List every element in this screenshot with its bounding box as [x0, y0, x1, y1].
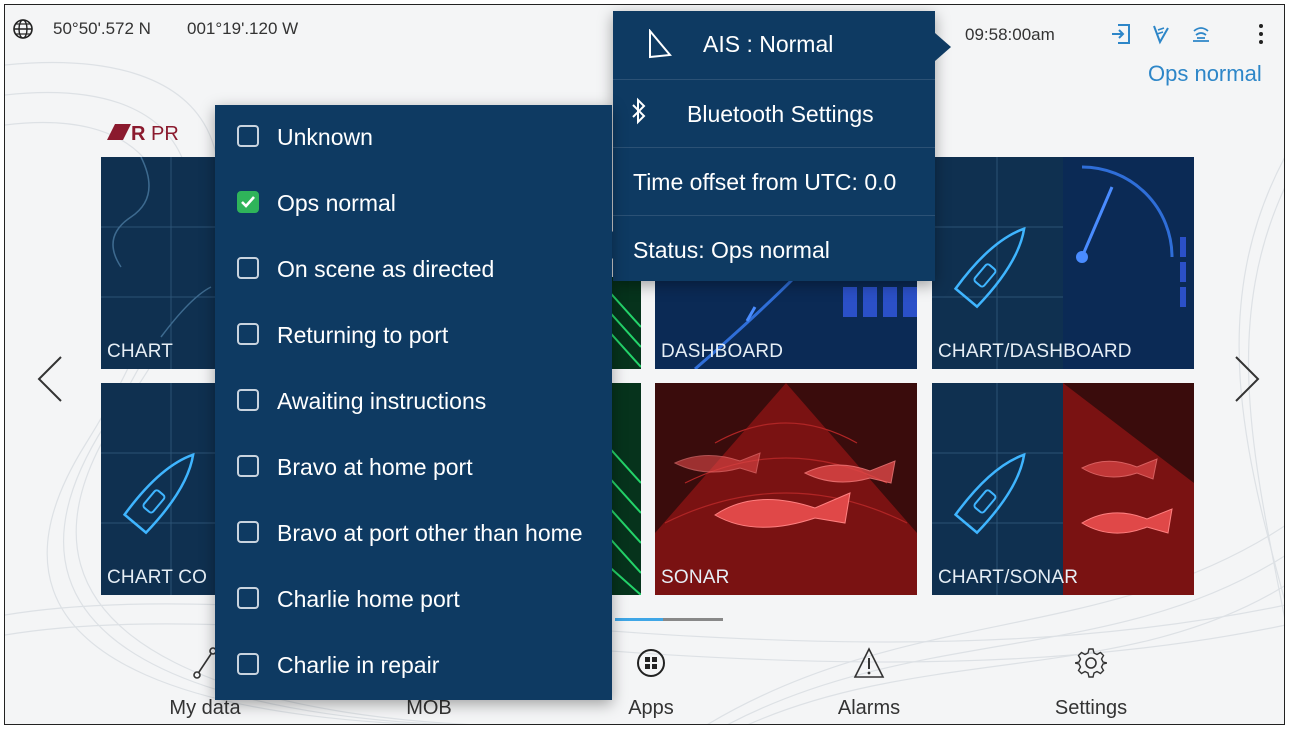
previous-page-arrow[interactable] [33, 353, 67, 405]
app-tile-dashboard[interactable]: DASHBOARD [655, 277, 917, 369]
checkbox[interactable] [237, 125, 259, 147]
checkbox[interactable] [237, 455, 259, 477]
tile-label: CHART [107, 341, 174, 362]
status-selection-menu: Unknown Ops normal On scene as directed … [215, 105, 612, 700]
app-tile-sonar[interactable]: SONAR [655, 383, 917, 595]
checkbox[interactable] [237, 389, 259, 411]
nav-alarms[interactable]: Alarms [799, 645, 939, 720]
status-option-unknown[interactable]: Unknown [215, 105, 612, 171]
bluetooth-icon [632, 97, 646, 125]
tile-label: CHART/DASHBOARD [938, 341, 1132, 362]
status-option-bravo-other[interactable]: Bravo at port other than home [215, 501, 612, 567]
svg-text:R: R [131, 123, 146, 144]
status-option-awaiting[interactable]: Awaiting instructions [215, 369, 612, 435]
checkmark-icon [241, 196, 255, 208]
clock: 09:58:00am [965, 25, 1055, 44]
tile-label: DASHBOARD [661, 341, 784, 362]
next-page-arrow[interactable] [1230, 353, 1264, 405]
tile-label: CHART/SONAR [938, 567, 1079, 588]
status-row[interactable]: Status: Ops normal [613, 215, 935, 281]
app-tile-chart-sonar[interactable]: CHART/SONAR [932, 383, 1194, 595]
globe-icon[interactable] [12, 18, 34, 40]
checkbox[interactable] [237, 521, 259, 543]
ops-status-label[interactable]: Ops normal [1148, 61, 1262, 87]
status-option-on-scene[interactable]: On scene as directed [215, 237, 612, 303]
utc-offset-row: Time offset from UTC: 0.0 [633, 169, 897, 195]
status-option-charlie-repair[interactable]: Charlie in repair [215, 633, 612, 699]
status-option-charlie-home[interactable]: Charlie home port [215, 567, 612, 633]
app-tile-chart-dashboard[interactable]: CHART/DASHBOARD [932, 157, 1194, 369]
ais-status-row[interactable]: AIS : Normal [613, 11, 935, 77]
checkbox[interactable] [237, 257, 259, 279]
bluetooth-settings-row[interactable]: Bluetooth Settings [613, 79, 935, 145]
more-vert-icon[interactable] [1256, 21, 1266, 47]
alarm-icon [853, 647, 885, 678]
exit-icon[interactable] [1109, 22, 1133, 46]
longitude-readout: 001°19'.120 W [187, 19, 299, 38]
checkbox-checked[interactable] [237, 191, 259, 213]
status-option-bravo-home[interactable]: Bravo at home port [215, 435, 612, 501]
apps-icon [637, 649, 665, 677]
nav-settings[interactable]: Settings [1021, 645, 1161, 720]
checkbox[interactable] [237, 323, 259, 345]
status-info-popup: AIS : Normal Bluetooth Settings Time off… [599, 11, 951, 281]
home-screen: 50°50'.572 N 001°19'.120 W 09:58:00am Op… [4, 4, 1285, 725]
latitude-readout: 50°50'.572 N [53, 19, 151, 38]
svg-text:PR: PR [151, 123, 179, 144]
checkbox[interactable] [237, 587, 259, 609]
brand-logo: R PR [105, 120, 183, 145]
status-option-ops-normal[interactable]: Ops normal [215, 171, 612, 237]
checkbox[interactable] [237, 653, 259, 675]
page-indicator [615, 618, 723, 621]
tile-label: CHART CO [107, 567, 208, 588]
tile-label: SONAR [661, 567, 730, 588]
ais-target-icon [649, 29, 672, 59]
ais-status-icon[interactable] [1189, 22, 1213, 46]
gear-icon [1075, 648, 1107, 678]
status-option-returning[interactable]: Returning to port [215, 303, 612, 369]
satellite-signal-icon[interactable] [1149, 22, 1173, 46]
